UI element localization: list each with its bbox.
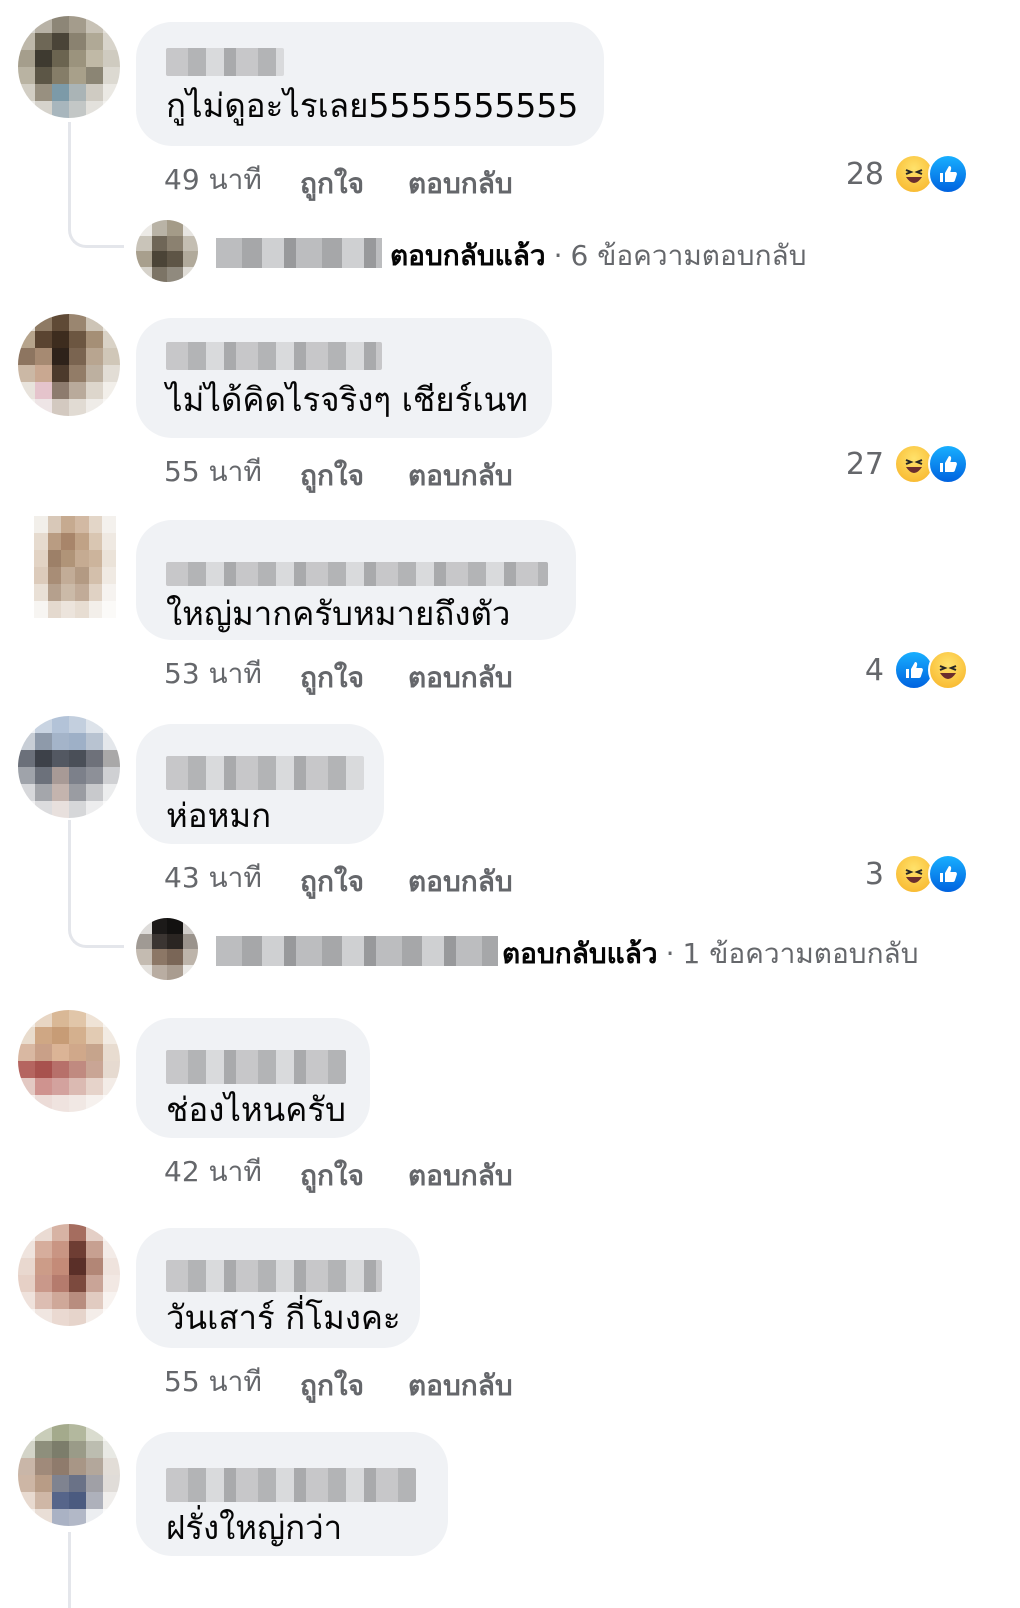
comment-time[interactable]: 43 นาที	[164, 856, 262, 900]
comment-text: ใหญ่มากครับหมายถึงตัว	[166, 594, 511, 633]
reply-avatar	[136, 220, 198, 282]
reply-button[interactable]: ตอบกลับ	[408, 860, 513, 904]
like-button[interactable]: ถูกใจ	[300, 1364, 364, 1408]
comment-time[interactable]: 55 นาที	[164, 1360, 262, 1404]
comment-bubble[interactable]: ไม่ได้คิดไรจริงๆ เชียร์เนท	[136, 318, 552, 438]
reply-button[interactable]: ตอบกลับ	[408, 1154, 513, 1198]
reply-author-blurred	[216, 936, 498, 966]
comment-time[interactable]: 55 นาที	[164, 450, 262, 494]
comment-time[interactable]: 42 นาที	[164, 1150, 262, 1194]
reply-count-label: 1 ข้อความตอบกลับ	[682, 937, 919, 970]
author-name-blurred[interactable]	[166, 342, 382, 370]
avatar[interactable]	[18, 16, 120, 118]
avatar[interactable]	[34, 516, 116, 618]
replies-link[interactable]: ตอบกลับแล้ว · 1 ข้อความตอบกลับ	[0, 918, 1020, 980]
reply-button[interactable]: ตอบกลับ	[408, 162, 513, 206]
comment-bubble[interactable]: กูไม่ดูอะไรเลย5555555555	[136, 22, 604, 146]
reply-avatar	[136, 918, 198, 980]
comment-text: ห่อหมก	[166, 796, 272, 835]
author-name-blurred[interactable]	[166, 1468, 416, 1502]
comment-bubble[interactable]: ฝรั่งใหญ่กว่า	[136, 1432, 448, 1556]
reply-button[interactable]: ตอบกลับ	[408, 1364, 513, 1408]
author-name-blurred[interactable]	[166, 756, 364, 790]
author-name-blurred[interactable]	[166, 562, 548, 586]
avatar[interactable]	[18, 716, 120, 818]
thread-line	[68, 1532, 71, 1608]
separator-dot: ·	[553, 239, 563, 272]
reaction-count: 27	[845, 446, 884, 482]
reaction-summary[interactable]: 28	[846, 154, 968, 194]
author-name-blurred[interactable]	[166, 1050, 346, 1084]
replied-label: ตอบกลับแล้ว	[390, 239, 546, 272]
comment-text: วันเสาร์ กี่โมงคะ	[166, 1298, 401, 1337]
comment-text: ไม่ได้คิดไรจริงๆ เชียร์เนท	[166, 380, 528, 419]
comment-text: กูไม่ดูอะไรเลย5555555555	[166, 86, 579, 125]
avatar[interactable]	[18, 314, 120, 416]
comment-bubble[interactable]: ช่องไหนครับ	[136, 1018, 370, 1138]
comment-bubble[interactable]: ห่อหมก	[136, 724, 384, 844]
avatar[interactable]	[18, 1224, 120, 1326]
comment-time[interactable]: 49 นาที	[164, 158, 262, 202]
like-button[interactable]: ถูกใจ	[300, 162, 364, 206]
like-icon	[928, 444, 968, 484]
reply-author-blurred	[216, 238, 382, 268]
comment-bubble[interactable]: วันเสาร์ กี่โมงคะ	[136, 1228, 420, 1348]
author-name-blurred[interactable]	[166, 48, 284, 76]
like-button[interactable]: ถูกใจ	[300, 656, 364, 700]
reply-count-label: 6 ข้อความตอบกลับ	[570, 239, 807, 272]
haha-icon	[928, 650, 968, 690]
like-icon	[928, 854, 968, 894]
comment-bubble[interactable]: ใหญ่มากครับหมายถึงตัว	[136, 520, 576, 640]
author-name-blurred[interactable]	[166, 1260, 382, 1292]
reaction-count: 4	[864, 652, 884, 688]
reaction-summary[interactable]: 3	[865, 854, 968, 894]
replies-summary: ตอบกลับแล้ว · 1 ข้อความตอบกลับ	[502, 932, 918, 976]
comment-time[interactable]: 53 นาที	[164, 652, 262, 696]
comment-text: ช่องไหนครับ	[166, 1090, 346, 1129]
reaction-summary[interactable]: 4	[865, 650, 968, 690]
avatar[interactable]	[18, 1010, 120, 1112]
reaction-count: 28	[845, 156, 884, 192]
reply-button[interactable]: ตอบกลับ	[408, 454, 513, 498]
replies-summary: ตอบกลับแล้ว · 6 ข้อความตอบกลับ	[390, 234, 806, 278]
separator-dot: ·	[665, 937, 675, 970]
avatar[interactable]	[18, 1424, 120, 1526]
like-button[interactable]: ถูกใจ	[300, 860, 364, 904]
replies-link[interactable]: ตอบกลับแล้ว · 6 ข้อความตอบกลับ	[0, 220, 1020, 282]
like-icon	[928, 154, 968, 194]
replied-label: ตอบกลับแล้ว	[502, 937, 658, 970]
reaction-count: 3	[864, 856, 884, 892]
like-button[interactable]: ถูกใจ	[300, 454, 364, 498]
reply-button[interactable]: ตอบกลับ	[408, 656, 513, 700]
like-button[interactable]: ถูกใจ	[300, 1154, 364, 1198]
comment-text: ฝรั่งใหญ่กว่า	[166, 1508, 343, 1547]
reaction-summary[interactable]: 27	[846, 444, 968, 484]
